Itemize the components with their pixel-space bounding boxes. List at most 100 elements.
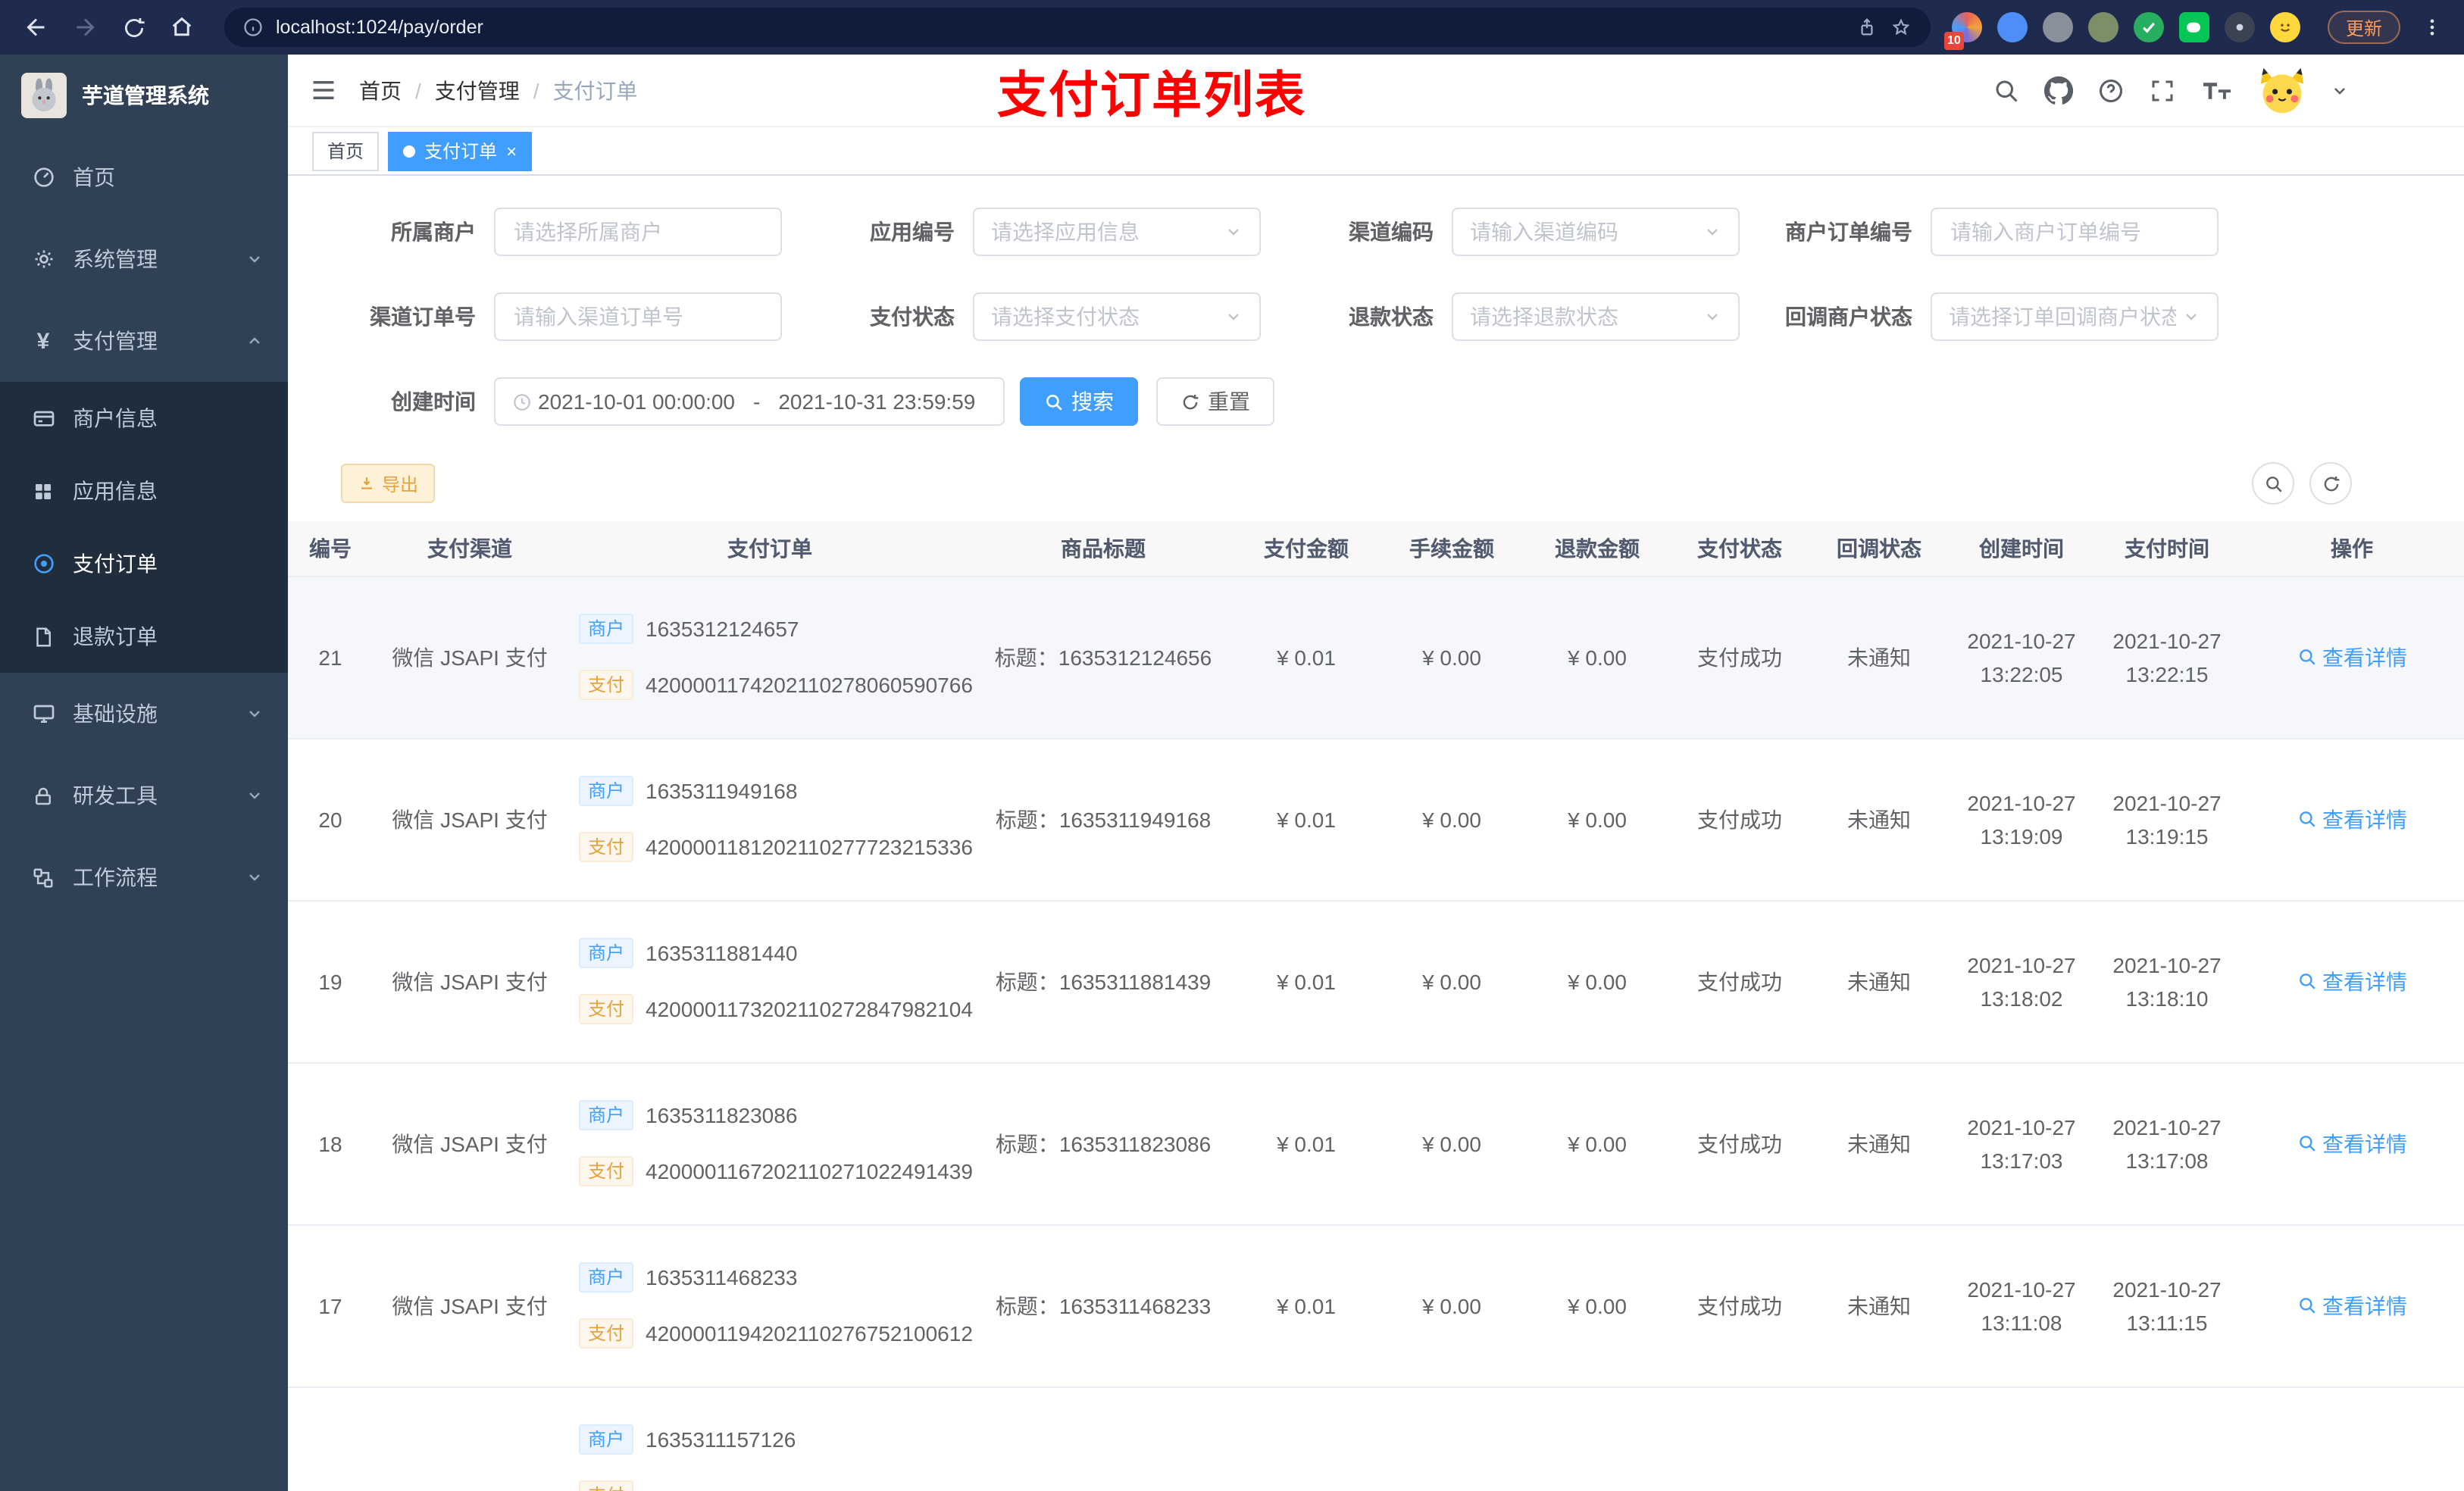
document-icon: [30, 625, 56, 648]
navbar-actions: [1993, 66, 2440, 114]
chevron-down-icon: [1703, 223, 1721, 241]
app-id-select[interactable]: 请选择应用信息: [973, 208, 1261, 256]
user-menu-caret-icon[interactable]: [2331, 81, 2349, 99]
extension-icon[interactable]: [1997, 12, 2028, 42]
extension-icon[interactable]: [2042, 12, 2073, 42]
col-refund: 退款金额: [1524, 521, 1670, 577]
merchant-tag: 商户: [579, 1424, 634, 1455]
browser-back-button[interactable]: [15, 6, 58, 48]
breadcrumb-pay-mgmt[interactable]: 支付管理: [435, 75, 520, 105]
view-detail-link[interactable]: 查看详情: [2297, 1128, 2407, 1158]
col-fee: 手续金额: [1379, 521, 1524, 577]
fullscreen-icon[interactable]: [2149, 77, 2176, 104]
status-text: 支付成功: [1670, 576, 1809, 739]
notify-status-select[interactable]: 请选择订单回调商户状态: [1931, 292, 2219, 341]
browser-forward-button[interactable]: [64, 6, 106, 48]
browser-chrome: localhost:1024/pay/order 10 更新: [0, 0, 2464, 55]
github-icon[interactable]: [2044, 76, 2073, 105]
channel-code-select[interactable]: 请输入渠道编码: [1452, 208, 1740, 256]
view-detail-link[interactable]: 查看详情: [2297, 804, 2407, 834]
sidebar-item-app-info[interactable]: 应用信息: [0, 455, 288, 527]
breadcrumb: 首页 / 支付管理 / 支付订单: [359, 75, 638, 105]
channel-order-no-input[interactable]: [494, 292, 782, 341]
sidebar-item-merchant-info[interactable]: 商户信息: [0, 382, 288, 455]
view-detail-link[interactable]: 查看详情: [2297, 642, 2407, 672]
sidebar-item-infrastructure[interactable]: 基础设施: [0, 673, 288, 755]
col-id: 编号: [288, 521, 373, 577]
chevron-down-icon: [1703, 308, 1721, 326]
yen-icon: ¥: [36, 328, 50, 354]
active-dot: [403, 145, 416, 157]
view-detail-link[interactable]: 查看详情: [2297, 1290, 2407, 1321]
breadcrumb-home[interactable]: 首页: [359, 75, 402, 105]
create-time-range-picker[interactable]: 2021-10-01 00:00:00 - 2021-10-31 23:59:5…: [494, 377, 1005, 426]
filter-row-3: 创建时间 2021-10-01 00:00:00 - 2021-10-31 23…: [303, 377, 2464, 426]
col-amount: 支付金额: [1234, 521, 1379, 577]
filter-label: 应用编号: [870, 220, 955, 244]
reset-button[interactable]: 重置: [1156, 377, 1274, 426]
search-icon[interactable]: [1993, 77, 2020, 104]
filter-row-2: 渠道订单号 支付状态 请选择支付状态 退款状态 请选择退款状态: [303, 292, 2464, 341]
refresh-table-button[interactable]: [2309, 462, 2352, 505]
workflow-icon: [30, 866, 56, 889]
chevron-down-icon: [245, 786, 264, 805]
bookmark-star-icon[interactable]: [1890, 16, 1912, 39]
tag-pay-order[interactable]: 支付订单 ×: [388, 131, 533, 170]
sidebar-item-dev-tools[interactable]: 研发工具: [0, 755, 288, 836]
browser-menu-icon[interactable]: [2416, 15, 2449, 39]
browser-refresh-button[interactable]: [112, 6, 155, 48]
sidebar-item-payment[interactable]: ¥ 支付管理: [0, 300, 288, 382]
extension-icon[interactable]: [2178, 12, 2209, 42]
extension-badge: 10: [1943, 32, 1964, 50]
tag-home[interactable]: 首页: [312, 131, 380, 170]
grid-icon: [30, 480, 56, 502]
view-detail-link[interactable]: 查看详情: [2297, 966, 2407, 996]
merchant-select-input[interactable]: [494, 208, 782, 256]
sidebar-item-system[interactable]: 系统管理: [0, 218, 288, 300]
export-button[interactable]: 导出: [341, 464, 436, 503]
pay-tag: 支付: [579, 832, 634, 862]
close-icon[interactable]: ×: [506, 142, 517, 160]
font-size-icon[interactable]: [2200, 77, 2234, 104]
sidebar-submenu: 商户信息 应用信息 支付订单 退款订单: [0, 382, 288, 673]
show-search-icon-button[interactable]: [2252, 462, 2294, 505]
table-row: 19 微信 JSAPI 支付 商户 1635311881440 支付 4200001…: [288, 900, 2464, 1063]
filter-label: 渠道订单号: [370, 305, 476, 329]
browser-update-button[interactable]: 更新: [2327, 11, 2400, 44]
browser-url-bar[interactable]: localhost:1024/pay/order: [224, 8, 1931, 47]
clock-icon: [512, 392, 532, 411]
user-avatar[interactable]: [2258, 66, 2306, 114]
sidebar-item-refund-order[interactable]: 退款订单: [0, 600, 288, 673]
col-pay-time: 支付时间: [2094, 521, 2240, 577]
status-text: 支付成功: [1670, 1224, 1809, 1387]
chevron-down-icon: [245, 250, 264, 268]
app-logo: 芋道管理系统: [0, 55, 288, 136]
breadcrumb-current: 支付订单: [552, 78, 638, 102]
search-button[interactable]: 搜索: [1020, 377, 1138, 426]
extension-icon[interactable]: [2269, 12, 2300, 42]
site-info-icon[interactable]: [242, 17, 264, 38]
merchant-order-no-input[interactable]: [1931, 208, 2219, 256]
sidebar-item-workflow[interactable]: 工作流程: [0, 836, 288, 918]
share-icon[interactable]: [1856, 17, 1878, 38]
filter-row-1: 所属商户 应用编号 请选择应用信息 渠道编码 请输入渠道编码: [303, 208, 2464, 256]
table-toolbar: 导出: [341, 462, 2464, 505]
merchant-tag: 商户: [579, 614, 634, 644]
sidebar-item-pay-order[interactable]: 支付订单: [0, 527, 288, 600]
refund-status-select[interactable]: 请选择退款状态: [1452, 292, 1740, 341]
extension-icon[interactable]: [2133, 12, 2164, 42]
top-navbar: 首页 / 支付管理 / 支付订单 支付订单列表: [288, 55, 2464, 127]
tags-view: 首页 支付订单 ×: [288, 127, 2464, 176]
col-create-time: 创建时间: [1949, 521, 2094, 577]
sidebar-item-home[interactable]: 首页: [0, 136, 288, 218]
extension-icon[interactable]: [2087, 12, 2118, 42]
help-icon[interactable]: [2097, 77, 2125, 104]
extension-icon[interactable]: [2224, 12, 2255, 42]
browser-home-button[interactable]: [161, 6, 203, 48]
extension-icon[interactable]: 10: [1943, 12, 1982, 50]
filter-label: 渠道编码: [1349, 220, 1434, 244]
pay-status-select[interactable]: 请选择支付状态: [973, 292, 1261, 341]
credit-card-icon: [30, 406, 56, 430]
sidebar-toggle-icon[interactable]: [309, 76, 338, 105]
pay-tag: 支付: [579, 1480, 634, 1491]
